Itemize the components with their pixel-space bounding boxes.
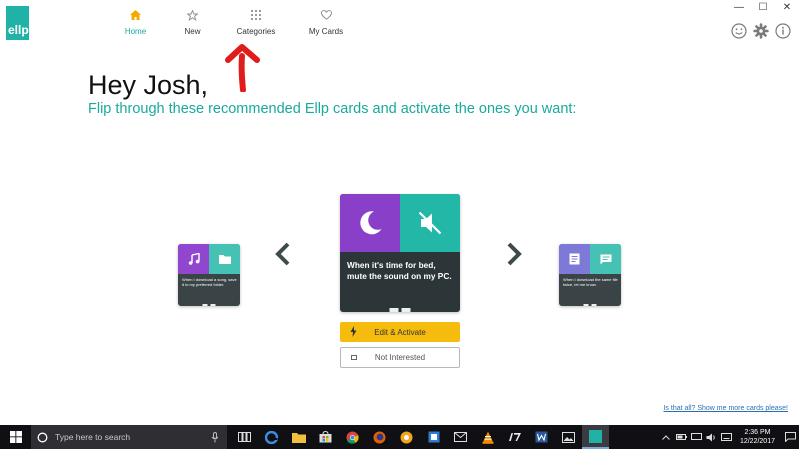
close-button[interactable]: ✕	[775, 0, 799, 14]
card-right[interactable]: When I download the same file twice, let…	[559, 244, 621, 306]
ellp-app-window: — ☐ ✕ ellp Home New Categories My Cards …	[0, 0, 799, 425]
taskbar-search[interactable]: Type here to search	[31, 425, 227, 449]
show-more-cards-link[interactable]: Is that all? Show me more cards please!	[663, 405, 788, 412]
windows-start-icon[interactable]	[0, 425, 31, 449]
photos-icon[interactable]	[555, 425, 582, 449]
subtitle-text: Flip through these recommended Ellp card…	[88, 101, 577, 117]
card-center-text: When it's time for bed, mute the sound o…	[347, 260, 452, 281]
file-explorer-icon[interactable]	[285, 425, 312, 449]
ellp-logo: ellp	[6, 6, 29, 40]
logo-text: ellp	[8, 23, 29, 37]
maximize-button[interactable]: ☐	[751, 0, 775, 14]
nav-home-label: Home	[124, 27, 147, 36]
minimize-button[interactable]: —	[727, 0, 751, 14]
vlc-icon[interactable]	[474, 425, 501, 449]
task-view-icon[interactable]	[231, 425, 258, 449]
nav-my-cards[interactable]: My Cards	[292, 8, 360, 36]
card-center[interactable]: When it's time for bed, mute the sound o…	[340, 194, 460, 312]
nav-my-cards-label: My Cards	[308, 27, 344, 36]
header-actions	[730, 22, 791, 39]
next-card-arrow[interactable]	[505, 242, 523, 266]
chevron-up-icon[interactable]	[661, 432, 672, 442]
keyboard-icon[interactable]	[720, 432, 732, 442]
system-tray: 2:36 PM 12/22/2017	[659, 425, 799, 449]
card-left-text: When I download a song, save it to my pr…	[182, 277, 237, 287]
window-controls: — ☐ ✕	[727, 0, 799, 14]
network-icon[interactable]	[690, 432, 702, 442]
battery-icon[interactable]	[675, 432, 687, 442]
gear-icon[interactable]	[752, 22, 769, 39]
folder-icon	[209, 244, 240, 274]
taskbar-clock[interactable]: 2:36 PM 12/22/2017	[740, 428, 775, 446]
greeting-heading: Hey Josh,	[88, 70, 209, 100]
moon-icon	[340, 194, 400, 252]
music-icon	[178, 244, 209, 274]
cortana-icon	[37, 432, 48, 442]
smiley-icon[interactable]	[730, 22, 747, 39]
firefox-icon[interactable]	[366, 425, 393, 449]
lightning-icon	[350, 326, 357, 337]
edit-activate-label: Edit & Activate	[374, 327, 426, 337]
edit-activate-button[interactable]: Edit & Activate	[340, 322, 460, 342]
nav-new[interactable]: New	[165, 8, 220, 36]
previous-card-arrow[interactable]	[274, 242, 292, 266]
mail-icon[interactable]	[447, 425, 474, 449]
taskbar-apps	[231, 425, 609, 449]
clock-time: 2:36 PM	[744, 429, 771, 436]
nav-categories[interactable]: Categories	[222, 8, 290, 36]
card-left[interactable]: When I download a song, save it to my pr…	[178, 244, 240, 306]
home-icon	[129, 8, 143, 22]
chrome-icon[interactable]	[339, 425, 366, 449]
nav-new-label: New	[184, 27, 201, 36]
app-icon-orange[interactable]	[393, 425, 420, 449]
not-interested-label: Not Interested	[374, 353, 426, 362]
clock-date: 12/22/2017	[739, 438, 775, 445]
ellp-taskbar-icon[interactable]	[582, 425, 609, 449]
grid-icon	[249, 8, 263, 22]
action-center-icon[interactable]	[781, 425, 799, 449]
mute-icon	[400, 194, 460, 252]
store-icon[interactable]	[312, 425, 339, 449]
nav-home[interactable]: Home	[108, 8, 163, 36]
word-icon[interactable]	[528, 425, 555, 449]
card-right-text: When I download the same file twice, let…	[563, 277, 618, 287]
info-icon[interactable]	[774, 22, 791, 39]
app-icon-17[interactable]	[501, 425, 528, 449]
top-nav: Home New Categories My Cards	[108, 8, 362, 36]
taskbar-search-placeholder: Type here to search	[55, 432, 131, 442]
edge-icon[interactable]	[258, 425, 285, 449]
star-icon	[186, 8, 200, 22]
volume-icon[interactable]	[706, 432, 717, 442]
heart-icon	[319, 8, 333, 22]
microphone-icon[interactable]	[211, 431, 219, 443]
nav-categories-label: Categories	[236, 27, 276, 36]
red-arrow-annotation	[225, 44, 260, 92]
document-icon	[559, 244, 590, 274]
windows-taskbar: Type here to search 2:36 PM 12/22/2017	[0, 425, 799, 449]
chat-icon	[590, 244, 621, 274]
dismiss-icon	[351, 355, 357, 360]
not-interested-button[interactable]: Not Interested	[340, 347, 460, 368]
app-icon-blue[interactable]	[420, 425, 447, 449]
